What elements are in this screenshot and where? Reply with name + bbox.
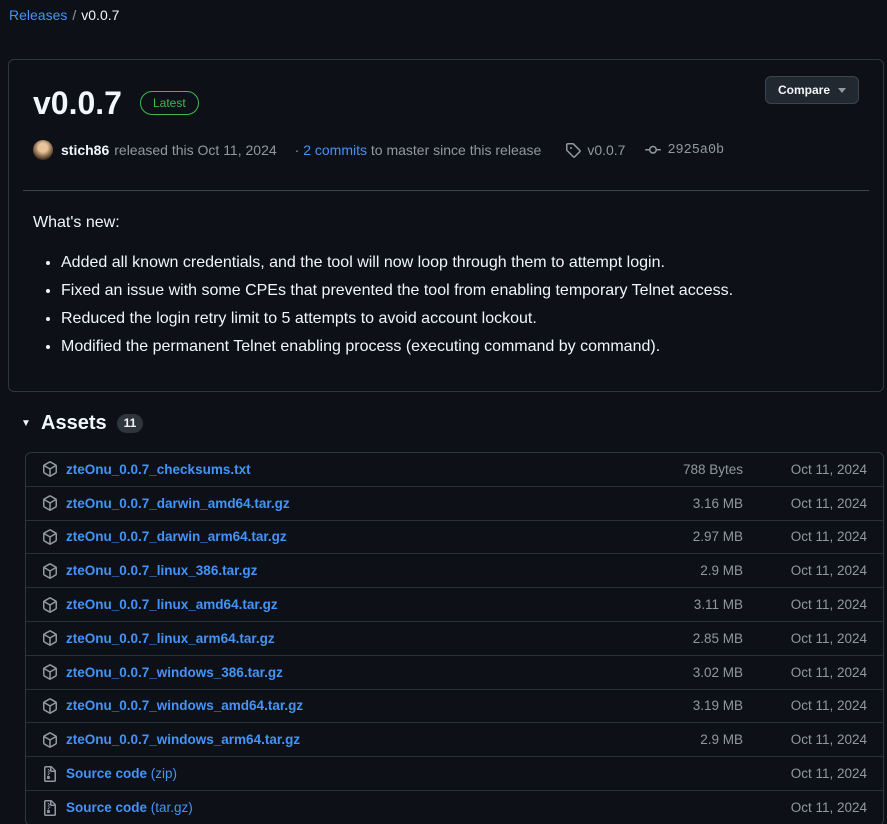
asset-size: 3.02 MB [623,665,743,680]
asset-link[interactable]: zteOnu_0.0.7_darwin_amd64.tar.gz [66,496,623,511]
package-icon [42,461,58,477]
asset-row: zteOnu_0.0.7_linux_arm64.tar.gz 2.85 MB … [26,622,883,656]
release-card: v0.0.7 Latest Compare stich86 released t… [8,59,884,392]
package-icon [42,563,58,579]
commits-link[interactable]: 2 commits [303,142,367,158]
asset-date: Oct 11, 2024 [743,766,867,781]
asset-size: 788 Bytes [623,462,743,477]
commit-group: 2925a0b [645,142,724,158]
asset-row: zteOnu_0.0.7_linux_386.tar.gz 2.9 MB Oct… [26,554,883,588]
asset-row: zteOnu_0.0.7_windows_386.tar.gz 3.02 MB … [26,656,883,690]
asset-size: 2.9 MB [623,732,743,747]
assets-section: ▼ Assets 11 zteOnu_0.0.7_checksums.txt 7… [25,412,884,824]
chevron-down-icon [838,88,846,93]
asset-row: zteOnu_0.0.7_darwin_arm64.tar.gz 2.97 MB… [26,521,883,555]
latest-badge: Latest [140,91,199,115]
asset-size: 3.16 MB [623,496,743,511]
asset-link[interactable]: zteOnu_0.0.7_windows_arm64.tar.gz [66,732,623,747]
asset-size: 2.85 MB [623,631,743,646]
breadcrumb-separator: / [72,7,76,23]
asset-date: Oct 11, 2024 [743,597,867,612]
divider [23,190,869,191]
meta-dot: · [295,142,300,158]
asset-row: zteOnu_0.0.7_checksums.txt 788 Bytes Oct… [26,453,883,487]
commits-rest: to master since this release [367,142,541,158]
asset-date: Oct 11, 2024 [743,529,867,544]
asset-link[interactable]: Source code (zip) [66,766,623,781]
file-zip-icon [42,800,58,816]
asset-date: Oct 11, 2024 [743,665,867,680]
breadcrumb: Releases / v0.0.7 [9,7,887,23]
asset-date: Oct 11, 2024 [743,563,867,578]
asset-size: 3.11 MB [623,597,743,612]
asset-row: Source code (tar.gz) Oct 11, 2024 [26,791,883,824]
package-icon [42,630,58,646]
package-icon [42,529,58,545]
asset-link[interactable]: zteOnu_0.0.7_linux_386.tar.gz [66,563,623,578]
release-note: Fixed an issue with some CPEs that preve… [61,279,859,303]
asset-date: Oct 11, 2024 [743,462,867,477]
asset-size: 2.9 MB [623,563,743,578]
package-icon [42,597,58,613]
asset-list: zteOnu_0.0.7_checksums.txt 788 Bytes Oct… [25,452,884,824]
author-name[interactable]: stich86 [61,142,109,158]
tag-icon [565,142,581,158]
asset-date: Oct 11, 2024 [743,698,867,713]
package-icon [42,495,58,511]
git-commit-icon [645,142,661,158]
asset-link[interactable]: Source code (tar.gz) [66,800,623,815]
assets-title: Assets [41,412,107,435]
asset-row: zteOnu_0.0.7_windows_amd64.tar.gz 3.19 M… [26,690,883,724]
asset-link[interactable]: zteOnu_0.0.7_darwin_arm64.tar.gz [66,529,623,544]
asset-link[interactable]: zteOnu_0.0.7_windows_386.tar.gz [66,665,623,680]
assets-header[interactable]: ▼ Assets 11 [21,412,884,435]
assets-count-badge: 11 [117,414,144,433]
release-note: Modified the permanent Telnet enabling p… [61,335,859,359]
asset-row: zteOnu_0.0.7_linux_amd64.tar.gz 3.11 MB … [26,588,883,622]
package-icon [42,698,58,714]
asset-link[interactable]: zteOnu_0.0.7_checksums.txt [66,462,623,477]
package-icon [42,664,58,680]
asset-size: 3.19 MB [623,698,743,713]
release-header: v0.0.7 Latest Compare [33,76,859,122]
asset-size: 2.97 MB [623,529,743,544]
asset-row: zteOnu_0.0.7_windows_arm64.tar.gz 2.9 MB… [26,723,883,757]
commit-sha[interactable]: 2925a0b [667,143,724,158]
compare-button[interactable]: Compare [765,76,859,104]
tag-group: v0.0.7 [565,142,625,158]
avatar[interactable] [33,140,53,160]
asset-link[interactable]: zteOnu_0.0.7_linux_amd64.tar.gz [66,597,623,612]
asset-date: Oct 11, 2024 [743,631,867,646]
release-body: What's new: Added all known credentials,… [33,211,859,359]
package-icon [42,732,58,748]
release-title-wrap: v0.0.7 Latest [33,84,199,122]
asset-date: Oct 11, 2024 [743,496,867,511]
breadcrumb-current: v0.0.7 [81,7,119,23]
release-note: Added all known credentials, and the too… [61,251,859,275]
tag-name: v0.0.7 [587,142,625,158]
release-meta-row: stich86 released this Oct 11, 2024 · 2 c… [33,140,859,160]
compare-button-label: Compare [778,83,830,97]
asset-row: Source code (zip) Oct 11, 2024 [26,757,883,791]
release-note: Reduced the login retry limit to 5 attem… [61,307,859,331]
commits-text: · 2 commits to master since this release [295,142,542,158]
file-zip-icon [42,766,58,782]
asset-row: zteOnu_0.0.7_darwin_amd64.tar.gz 3.16 MB… [26,487,883,521]
asset-date: Oct 11, 2024 [743,732,867,747]
released-text: released this Oct 11, 2024 [114,142,276,158]
asset-link[interactable]: zteOnu_0.0.7_linux_arm64.tar.gz [66,631,623,646]
releases-link[interactable]: Releases [9,7,67,23]
whats-new-heading: What's new: [33,211,859,235]
collapse-triangle-icon[interactable]: ▼ [21,418,41,429]
asset-link[interactable]: zteOnu_0.0.7_windows_amd64.tar.gz [66,698,623,713]
whats-new-list: Added all known credentials, and the too… [33,251,859,359]
release-title: v0.0.7 [33,84,122,122]
asset-date: Oct 11, 2024 [743,800,867,815]
